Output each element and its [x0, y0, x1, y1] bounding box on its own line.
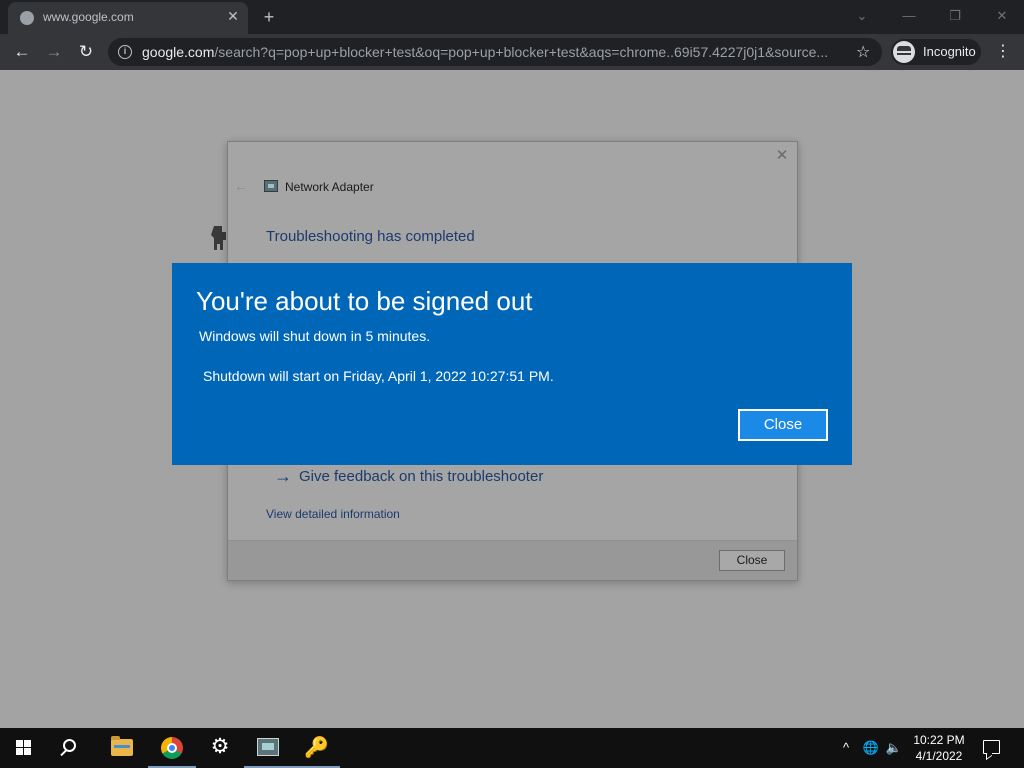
url-path: /search?q=pop+up+blocker+test&oq=pop+up+… [214, 44, 829, 60]
address-bar[interactable]: i google.com/search?q=pop+up+blocker+tes… [108, 38, 882, 66]
taskbar-keys-app[interactable]: 🔑 [292, 728, 340, 768]
troubleshooter-close-button[interactable]: Close [719, 550, 785, 571]
minimize-button[interactable]: — [897, 6, 921, 26]
tab-search-icon[interactable]: ⌄ [850, 6, 874, 26]
notifications-icon[interactable] [983, 740, 1000, 754]
taskbar-search-button[interactable] [48, 728, 96, 768]
url-text[interactable]: google.com/search?q=pop+up+blocker+test&… [142, 44, 842, 60]
bookmark-star-icon[interactable]: ☆ [856, 42, 870, 62]
chrome-icon [161, 737, 183, 759]
forward-button[interactable]: → [43, 41, 65, 63]
troubleshooter-heading: Troubleshooting has completed [266, 228, 475, 245]
incognito-indicator[interactable]: Incognito [891, 39, 981, 65]
search-icon [63, 739, 76, 752]
start-button[interactable] [0, 728, 48, 768]
windows-logo-icon [16, 740, 32, 756]
taskbar-file-explorer[interactable] [98, 728, 146, 768]
tray-chevron-icon[interactable]: ^ [838, 739, 854, 757]
settings-gear-icon: ⚙ [210, 735, 230, 758]
restore-button[interactable]: ❐ [943, 6, 967, 26]
signout-close-button[interactable]: Close [738, 409, 828, 441]
window-close-button[interactable]: ✕ [990, 6, 1014, 26]
troubleshooter-back-icon[interactable]: ← [234, 178, 248, 194]
new-tab-button[interactable]: + [258, 6, 280, 28]
reload-button[interactable]: ↻ [75, 41, 97, 63]
signout-dialog: You're about to be signed out Windows wi… [172, 263, 852, 465]
site-info-icon[interactable]: i [118, 45, 132, 59]
browser-tab[interactable]: www.google.com ✕ [8, 2, 248, 34]
network-globe-icon[interactable]: 🌐 [861, 739, 881, 757]
globe-icon [20, 11, 34, 25]
browser-tab-bar: www.google.com ✕ + ⌄ — ❐ ✕ [0, 0, 1024, 34]
volume-icon[interactable]: 🔈 [884, 739, 904, 757]
back-button[interactable]: ← [11, 41, 33, 63]
signout-title: You're about to be signed out [196, 286, 533, 316]
tab-close-icon[interactable]: ✕ [224, 7, 242, 25]
clock-date: 4/1/2022 [915, 749, 963, 763]
taskbar-chrome[interactable] [148, 728, 196, 768]
taskbar-network-adapter[interactable] [244, 728, 292, 768]
keys-icon: 🔑 [304, 737, 329, 759]
troubleshooter-title: Network Adapter [285, 180, 374, 194]
shutdown-time-text: Shutdown will start on Friday, April 1, … [203, 368, 554, 384]
clock-time: 10:22 PM [913, 733, 965, 747]
network-adapter-icon [257, 738, 279, 756]
taskbar-settings[interactable]: ⚙ [196, 728, 244, 768]
incognito-icon [893, 41, 915, 63]
taskbar-clock[interactable]: 10:22 PM 4/1/2022 [904, 732, 974, 764]
view-detailed-information-link[interactable]: View detailed information [266, 507, 400, 521]
network-adapter-icon [264, 180, 278, 192]
arrow-right-icon: → [274, 466, 292, 486]
url-host: google.com [142, 44, 215, 60]
taskbar: ⚙ 🔑 ^ 🌐 🔈 10:22 PM 4/1/2022 [0, 728, 1024, 768]
incognito-label: Incognito [923, 44, 976, 59]
signout-message: Windows will shut down in 5 minutes. [199, 328, 431, 344]
troubleshooter-close-icon[interactable]: ✕ [774, 148, 790, 164]
troubleshooter-footer: Close [228, 540, 797, 580]
tab-title: www.google.com [43, 10, 134, 24]
browser-menu-icon[interactable]: ⋮ [993, 41, 1013, 63]
give-feedback-link[interactable]: Give feedback on this troubleshooter [299, 468, 543, 485]
browser-toolbar: ← → ↻ i google.com/search?q=pop+up+block… [0, 34, 1024, 70]
file-explorer-icon [111, 736, 133, 756]
